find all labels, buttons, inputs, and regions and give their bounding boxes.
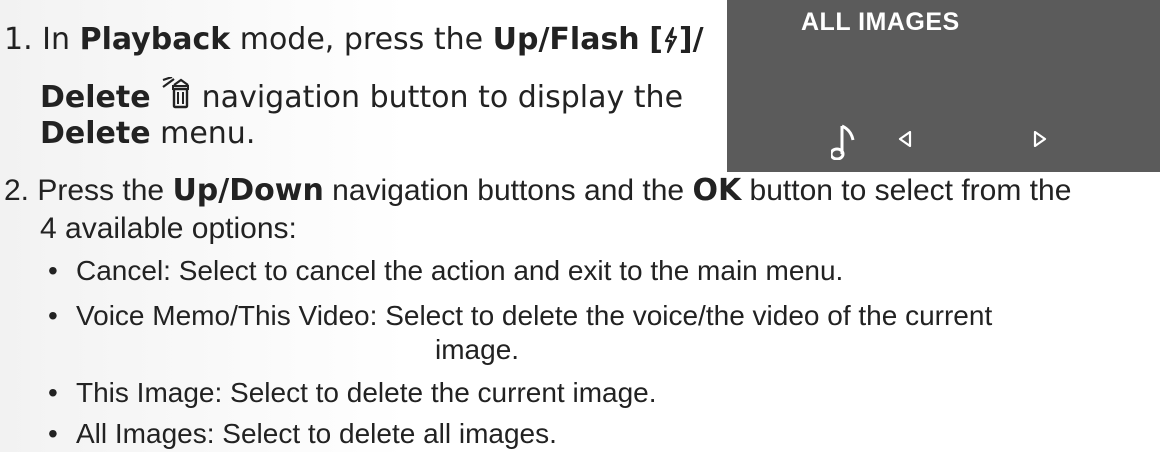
step-2-text-b: navigation buttons and the bbox=[323, 174, 693, 207]
bracket-open: [ bbox=[649, 22, 663, 57]
bullet-voice-memo-continued: image. bbox=[435, 334, 519, 366]
step-1-line-3: Delete menu. bbox=[40, 114, 255, 154]
playback-label: Playback bbox=[79, 22, 231, 57]
bullet-this-image-text: This Image: Select to delete the current… bbox=[76, 377, 657, 408]
step-1-text-a: In bbox=[42, 22, 80, 57]
lcd-title: ALL IMAGES bbox=[801, 8, 960, 36]
step-1-text-c: navigation button to display the bbox=[201, 80, 684, 115]
step-2-text-a: Press the bbox=[29, 174, 173, 207]
up-down-label: Up/Down bbox=[172, 173, 324, 208]
bullet-dot: • bbox=[48, 418, 58, 449]
delete-menu-label: Delete bbox=[40, 116, 151, 151]
bullet-cancel: • Cancel: Select to cancel the action and… bbox=[48, 255, 843, 287]
step-1-text-d: menu. bbox=[150, 116, 256, 151]
bracket-close: ]/ bbox=[678, 22, 704, 57]
bullet-this-image: • This Image: Select to delete the curren… bbox=[48, 377, 657, 409]
music-note-icon bbox=[829, 124, 857, 164]
step-2-text-c: button to select from the bbox=[741, 174, 1072, 207]
step-2-number: 2. bbox=[4, 174, 30, 207]
right-arrow-icon bbox=[1033, 130, 1047, 151]
bullet-voice-memo-text-2: image. bbox=[435, 334, 520, 365]
bullet-dot: • bbox=[48, 300, 58, 331]
step-1-line-1: 1. In Playback mode, press the Up/Flash … bbox=[4, 20, 704, 64]
bullet-dot: • bbox=[48, 377, 58, 408]
bullet-dot: • bbox=[48, 255, 58, 286]
bullet-cancel-text: Cancel: Select to cancel the action and … bbox=[76, 255, 844, 286]
step-1-number: 1. bbox=[4, 22, 33, 57]
step-2-text-d: 4 available options: bbox=[40, 212, 297, 245]
bullet-voice-memo-text: Voice Memo/This Video: Select to delete … bbox=[76, 300, 993, 331]
step-2-line-1: 2. Press the Up/Down navigation buttons … bbox=[4, 173, 1071, 208]
step-1-text-b: mode, press the bbox=[230, 22, 493, 57]
delete-label: Delete bbox=[40, 80, 151, 115]
flash-icon bbox=[663, 24, 679, 64]
bullet-voice-memo: • Voice Memo/This Video: Select to delete… bbox=[48, 300, 992, 332]
left-arrow-icon bbox=[898, 130, 912, 151]
bullet-all-images: • All Images: Select to delete all images… bbox=[48, 418, 557, 450]
step-2-line-2: 4 available options: bbox=[40, 212, 297, 246]
bullet-all-images-text: All Images: Select to delete all images. bbox=[76, 418, 557, 449]
up-flash-label: Up/Flash bbox=[492, 22, 640, 57]
ok-label: OK bbox=[692, 173, 742, 208]
lcd-screen: ALL IMAGES bbox=[727, 0, 1160, 172]
